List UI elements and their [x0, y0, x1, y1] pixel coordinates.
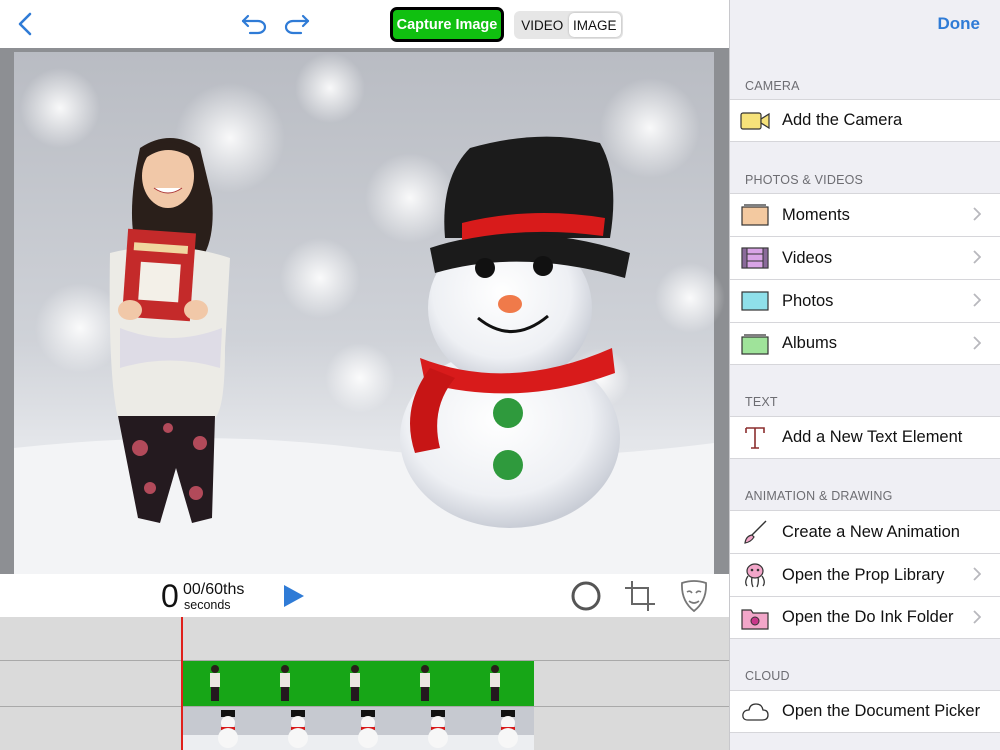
- chevron-right-icon: [973, 250, 981, 264]
- albums-item[interactable]: Albums: [730, 322, 1000, 365]
- section-camera: CAMERA: [745, 79, 800, 93]
- play-icon: [284, 585, 304, 607]
- chevron-right-icon: [973, 567, 981, 581]
- circle-icon: [571, 581, 601, 611]
- mask-button[interactable]: [677, 578, 711, 614]
- moments-item[interactable]: Moments: [730, 193, 1000, 236]
- section-animation-drawing: ANIMATION & DRAWING: [745, 489, 893, 503]
- chevron-right-icon: [973, 207, 981, 221]
- add-text-label: Add a New Text Element: [782, 428, 963, 446]
- preview-stage[interactable]: [0, 48, 729, 574]
- albums-label: Albums: [782, 334, 838, 352]
- document-picker-item[interactable]: Open the Document Picker: [730, 690, 1000, 733]
- prop-library-label: Open the Prop Library: [782, 565, 945, 584]
- videos-item[interactable]: Videos: [730, 236, 1000, 279]
- moments-label: Moments: [782, 205, 850, 224]
- back-button[interactable]: [8, 8, 42, 40]
- add-media-panel: Done CAMERA Add the Camera PHOTOS & VIDE…: [729, 0, 1000, 750]
- mode-image-button[interactable]: IMAGE: [568, 13, 621, 37]
- time-fraction: 00/60ths: [183, 581, 245, 598]
- videos-label: Videos: [782, 248, 833, 267]
- undo-button[interactable]: [237, 8, 271, 40]
- done-button[interactable]: Done: [938, 14, 981, 34]
- mask-icon: [681, 580, 707, 613]
- add-text-item[interactable]: Add a New Text Element: [730, 416, 1000, 459]
- create-animation-label: Create a New Animation: [782, 522, 960, 541]
- chevron-right-icon: [973, 293, 981, 307]
- mode-toggle: VIDEO IMAGE: [514, 11, 623, 39]
- snowman-background-clip[interactable]: [183, 707, 534, 750]
- chevron-left-icon: [18, 12, 32, 36]
- editor-area: Capture Image VIDEO IMAGE 0 00/60ths sec…: [0, 0, 729, 750]
- mode-video-button[interactable]: VIDEO: [516, 13, 569, 37]
- redo-button[interactable]: [280, 8, 314, 40]
- time-unit-label: seconds: [184, 598, 231, 612]
- record-button[interactable]: [569, 579, 603, 613]
- photos-item[interactable]: Photos: [730, 279, 1000, 322]
- prop-library-item[interactable]: Open the Prop Library: [730, 553, 1000, 596]
- redo-icon: [284, 14, 310, 35]
- folder-icon: [740, 604, 770, 632]
- crop-button[interactable]: [622, 578, 658, 614]
- clip-thumbnails: [183, 661, 534, 706]
- add-camera-label: Add the Camera: [782, 111, 903, 129]
- time-seconds-value: 0: [161, 578, 179, 614]
- brush-icon: [740, 518, 770, 546]
- film-icon: [740, 244, 770, 272]
- section-photos-videos: PHOTOS & VIDEOS: [745, 173, 864, 187]
- photo-icon: [740, 287, 770, 315]
- preview-scene: [0, 48, 729, 574]
- top-toolbar: Capture Image VIDEO IMAGE: [0, 0, 729, 48]
- section-text: TEXT: [745, 395, 778, 409]
- playhead[interactable]: [181, 617, 183, 750]
- playback-controls: 0 00/60ths seconds: [0, 574, 729, 617]
- clip-thumbnails: [183, 707, 534, 750]
- chevron-right-icon: [973, 336, 981, 350]
- play-button[interactable]: [278, 582, 308, 610]
- green-screen-clip[interactable]: [183, 661, 534, 706]
- doink-folder-item[interactable]: Open the Do Ink Folder: [730, 596, 1000, 639]
- add-camera-item[interactable]: Add the Camera: [730, 99, 1000, 142]
- crop-icon: [625, 581, 655, 611]
- octopus-icon: [740, 561, 770, 589]
- app-root: Capture Image VIDEO IMAGE 0 00/60ths sec…: [0, 0, 1000, 750]
- moments-icon: [740, 201, 770, 229]
- doink-folder-label: Open the Do Ink Folder: [782, 608, 954, 626]
- create-animation-item[interactable]: Create a New Animation: [730, 510, 1000, 553]
- cloud-icon: [740, 698, 770, 726]
- section-cloud: CLOUD: [745, 669, 790, 683]
- document-picker-label: Open the Document Picker: [782, 702, 981, 720]
- text-t-icon: [740, 424, 770, 452]
- undo-icon: [241, 14, 267, 35]
- camera-icon: [740, 107, 770, 135]
- capture-image-button[interactable]: Capture Image: [390, 7, 504, 42]
- chevron-right-icon: [973, 610, 981, 624]
- timeline[interactable]: [0, 617, 729, 750]
- photos-label: Photos: [782, 291, 834, 310]
- album-icon: [740, 330, 770, 358]
